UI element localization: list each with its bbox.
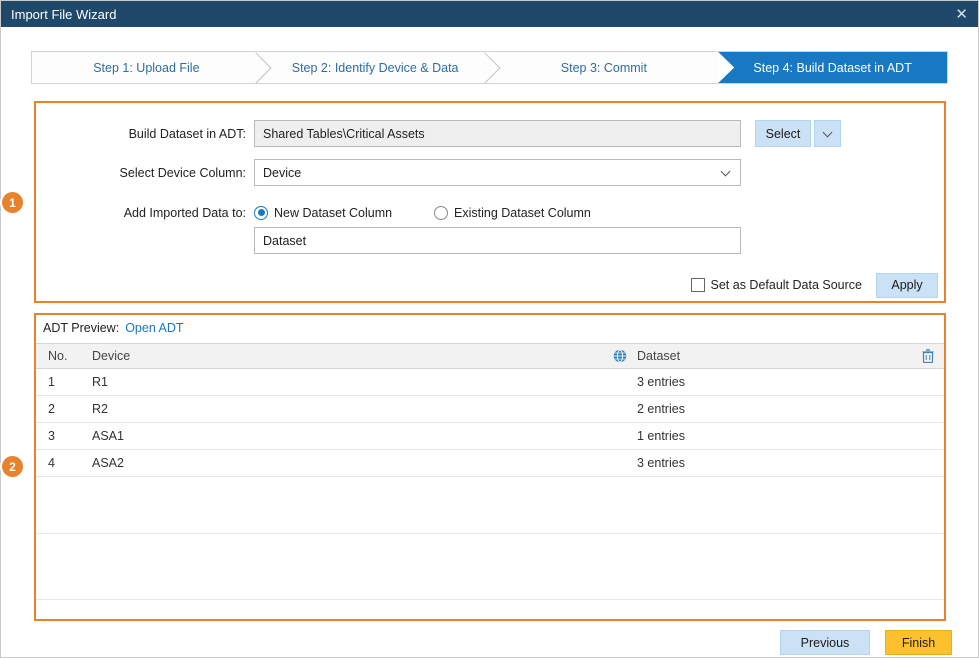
build-dataset-label: Build Dataset in ADT:	[36, 127, 254, 141]
radio-existing-label: Existing Dataset Column	[454, 206, 591, 220]
cell-no: 1	[36, 375, 92, 389]
default-data-source-checkbox[interactable]: Set as Default Data Source	[691, 278, 862, 292]
wizard-steps: Step 1: Upload File Step 2: Identify Dev…	[31, 51, 948, 84]
cell-device: R1	[92, 375, 637, 389]
cell-dataset: 1 entries	[637, 429, 944, 443]
default-source-label: Set as Default Data Source	[711, 278, 862, 292]
adt-preview-label: ADT Preview:	[43, 321, 119, 335]
device-column-value: Device	[263, 166, 301, 180]
cell-dataset: 3 entries	[637, 456, 944, 470]
chevron-down-icon	[823, 127, 833, 137]
step-4-build-dataset-adt[interactable]: Step 4: Build Dataset in ADT	[718, 52, 947, 83]
table-empty-area	[36, 534, 944, 600]
radio-selected-icon	[254, 206, 268, 220]
section-1-badge: 1	[2, 192, 23, 213]
adt-table-header: No. Device Dataset	[36, 343, 944, 369]
build-dataset-row: Build Dataset in ADT: Select	[36, 120, 944, 147]
build-dataset-path-input[interactable]	[254, 120, 741, 147]
window-title: Import File Wizard	[11, 7, 116, 22]
adt-preview-header: ADT Preview: Open ADT	[43, 321, 184, 335]
cell-device: R2	[92, 402, 637, 416]
step-1-upload-file[interactable]: Step 1: Upload File	[32, 52, 261, 83]
radio-new-dataset-column[interactable]: New Dataset Column	[254, 206, 434, 220]
cell-no: 2	[36, 402, 92, 416]
titlebar: Import File Wizard ✕	[1, 1, 978, 27]
table-row[interactable]: 4 ASA2 3 entries	[36, 450, 944, 477]
cell-no: 3	[36, 429, 92, 443]
step-label: Step 1: Upload File	[93, 61, 199, 75]
cell-device: ASA1	[92, 429, 637, 443]
globe-icon[interactable]	[613, 349, 627, 363]
section1-footer: Set as Default Data Source Apply	[36, 269, 944, 301]
chevron-down-icon	[721, 167, 731, 177]
device-column-select[interactable]: Device	[254, 159, 741, 186]
step-label: Step 3: Commit	[561, 61, 647, 75]
header-device-label: Device	[92, 349, 130, 363]
adt-table-body: 1 R1 3 entries 2 R2 2 entries 3 ASA1 1 e…	[36, 369, 944, 477]
build-dataset-section: Build Dataset in ADT: Select Select Devi…	[34, 101, 946, 303]
cell-no: 4	[36, 456, 92, 470]
checkbox-icon	[691, 278, 705, 292]
radio-unselected-icon	[434, 206, 448, 220]
device-column-row: Select Device Column: Device	[36, 159, 944, 186]
device-column-label: Select Device Column:	[36, 166, 254, 180]
radio-new-label: New Dataset Column	[274, 206, 392, 220]
add-imported-label: Add Imported Data to:	[36, 206, 254, 220]
header-no: No.	[36, 349, 92, 363]
step-3-commit[interactable]: Step 3: Commit	[490, 52, 719, 83]
apply-button[interactable]: Apply	[876, 273, 938, 298]
step-label: Step 2: Identify Device & Data	[292, 61, 459, 75]
cell-device: ASA2	[92, 456, 637, 470]
table-row[interactable]: 1 R1 3 entries	[36, 369, 944, 396]
table-row[interactable]: 3 ASA1 1 entries	[36, 423, 944, 450]
radio-existing-dataset-column[interactable]: Existing Dataset Column	[434, 206, 591, 220]
adt-table: No. Device Dataset	[36, 343, 944, 619]
section-2-badge: 2	[2, 456, 23, 477]
import-file-wizard-dialog: { "window": { "title": "Import File Wiza…	[0, 0, 979, 658]
step-label: Step 4: Build Dataset in ADT	[753, 61, 911, 75]
close-icon[interactable]: ✕	[955, 7, 968, 22]
finish-button[interactable]: Finish	[885, 630, 952, 655]
open-adt-link[interactable]: Open ADT	[125, 321, 183, 335]
select-dropdown-button[interactable]	[814, 120, 841, 147]
previous-button[interactable]: Previous	[780, 630, 870, 655]
header-dataset: Dataset	[637, 349, 944, 363]
add-imported-row: Add Imported Data to: New Dataset Column…	[36, 199, 944, 226]
header-device: Device	[92, 349, 637, 363]
cell-dataset: 3 entries	[637, 375, 944, 389]
table-empty-area	[36, 477, 944, 534]
dataset-name-input[interactable]	[254, 227, 741, 254]
select-button[interactable]: Select	[755, 120, 811, 147]
table-row[interactable]: 2 R2 2 entries	[36, 396, 944, 423]
header-dataset-label: Dataset	[637, 349, 680, 363]
adt-preview-section: ADT Preview: Open ADT No. Device Dat	[34, 313, 946, 621]
trash-icon[interactable]	[922, 349, 934, 363]
step-2-identify-device-data[interactable]: Step 2: Identify Device & Data	[261, 52, 490, 83]
cell-dataset: 2 entries	[637, 402, 944, 416]
dataset-name-row	[36, 227, 944, 254]
